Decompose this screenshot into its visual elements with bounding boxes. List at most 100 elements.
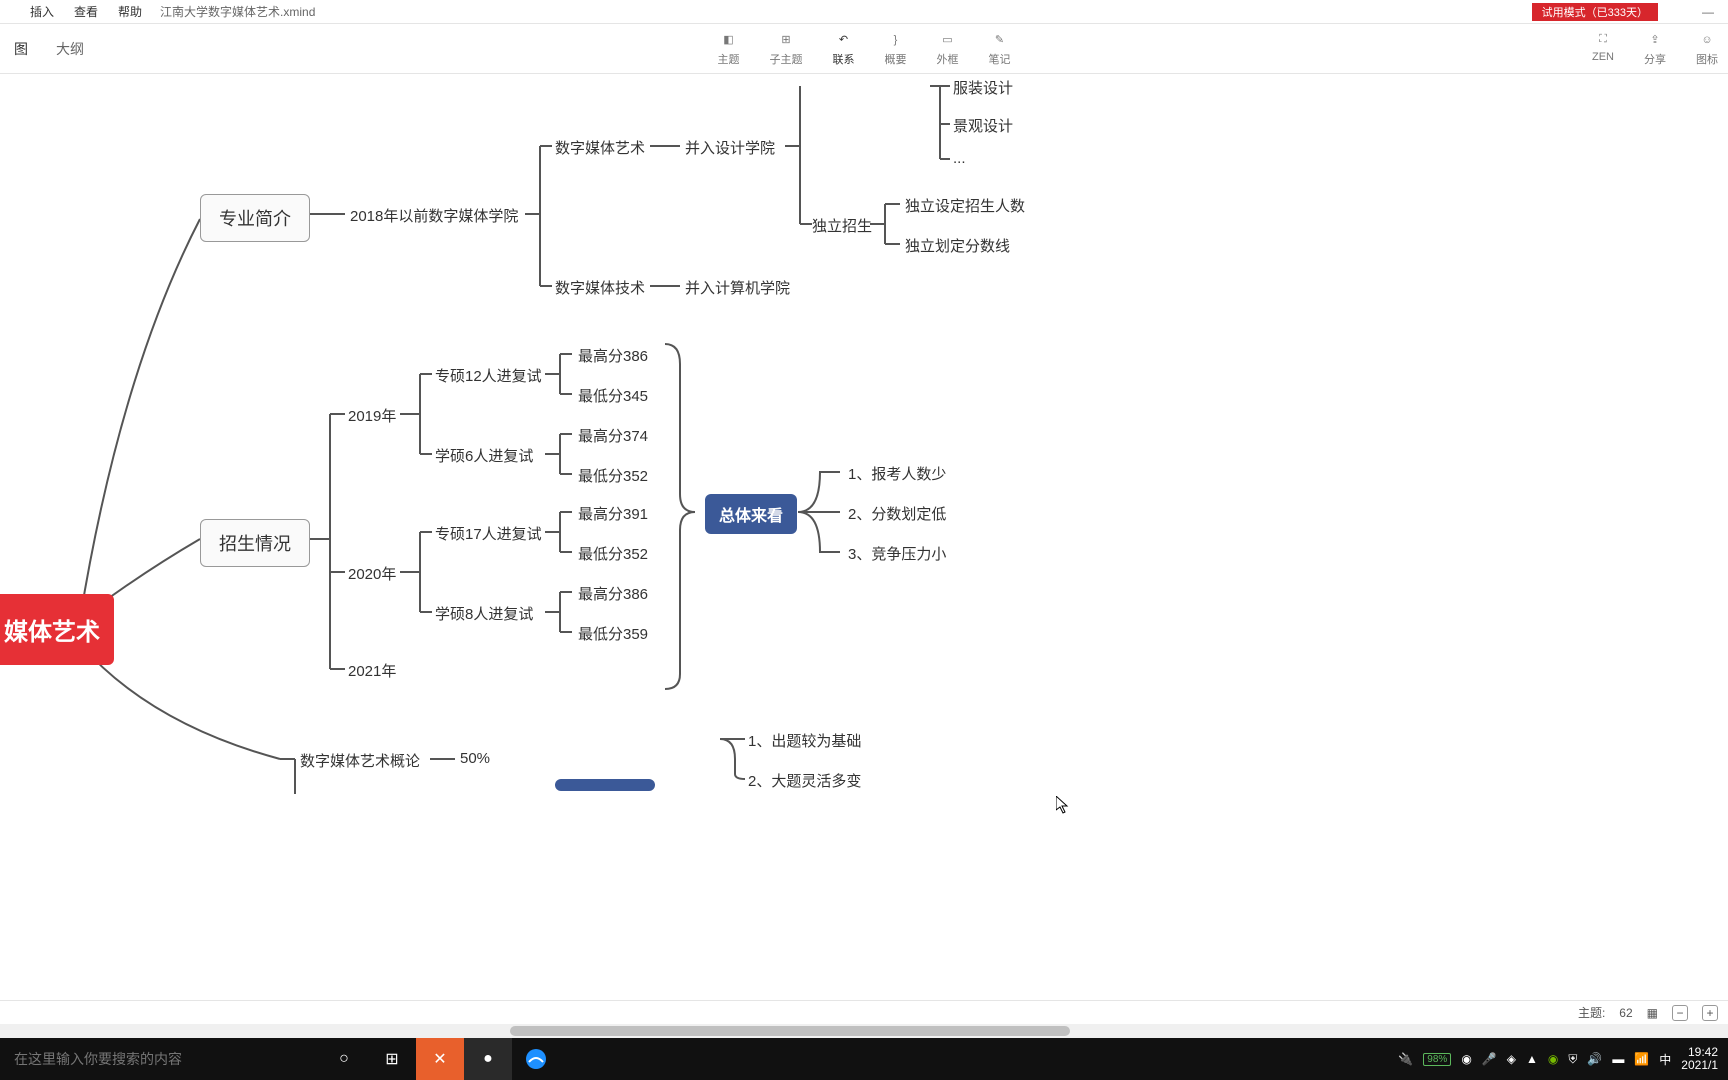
nvidia-icon[interactable]: ◉ <box>1548 1052 1558 1066</box>
xmind-taskbar-icon[interactable]: ✕ <box>416 1038 464 1080</box>
menu-insert[interactable]: 插入 <box>20 3 64 20</box>
tray-icon-2[interactable]: ◈ <box>1507 1052 1516 1066</box>
map-overview-icon[interactable]: ▦ <box>1647 1006 1658 1020</box>
tool-label: 主题 <box>718 51 740 67</box>
taskbar-search-input[interactable] <box>0 1038 300 1080</box>
node-20a1[interactable]: 最高分391 <box>578 503 648 524</box>
battery-icon[interactable]: ▬ <box>1612 1052 1624 1066</box>
task-view-icon[interactable]: ⊞ <box>368 1038 416 1080</box>
node-20b2[interactable]: 最低分359 <box>578 623 648 644</box>
power-icon[interactable]: 🔌 <box>1398 1052 1413 1066</box>
tool-label: 概要 <box>885 51 907 67</box>
node-20b1[interactable]: 最高分386 <box>578 583 648 604</box>
node-2020[interactable]: 2020年 <box>348 563 396 584</box>
node-ind-quota[interactable]: 独立设定招生人数 <box>905 195 1025 216</box>
security-icon[interactable]: ⛨ <box>1568 1052 1577 1067</box>
node-2018[interactable]: 2018年以前数字媒体学院 <box>350 205 518 226</box>
node-summary[interactable]: 总体来看 <box>705 494 797 534</box>
ime-indicator[interactable]: 中 <box>1659 1051 1671 1068</box>
node-merge-cs[interactable]: 并入计算机学院 <box>685 277 790 298</box>
node-19a2[interactable]: 最低分345 <box>578 385 648 406</box>
node-independent[interactable]: 独立招生 <box>812 215 872 236</box>
tool-share[interactable]: ⇪ 分享 <box>1644 31 1666 67</box>
boundary-icon: ▭ <box>938 31 958 49</box>
node-p2[interactable]: 2、大题灵活多变 <box>748 770 861 791</box>
tab-outline[interactable]: 大纲 <box>42 24 98 73</box>
microphone-icon[interactable]: 🎤 <box>1482 1052 1497 1066</box>
scrollbar-thumb[interactable] <box>510 1026 1070 1036</box>
mouse-cursor-icon <box>1056 796 1070 814</box>
tool-label: 子主题 <box>770 51 803 67</box>
tab-map[interactable]: 图 <box>0 24 42 73</box>
menu-view[interactable]: 查看 <box>64 3 108 20</box>
summary-icon: } <box>886 31 906 49</box>
node-intro[interactable]: 专业简介 <box>200 194 310 242</box>
node-digital-tech[interactable]: 数字媒体技术 <box>555 277 645 298</box>
topic-count: 62 <box>1619 1006 1632 1020</box>
tray-icon-3[interactable]: ▲ <box>1526 1052 1538 1066</box>
node-digital-art[interactable]: 数字媒体艺术 <box>555 137 645 158</box>
tool-label: 外框 <box>937 51 959 67</box>
system-tray: 🔌 98% ◉ 🎤 ◈ ▲ ◉ ⛨ 🔊 ▬ 📶 中 19:42 2021/1 <box>1398 1046 1728 1072</box>
node-2021[interactable]: 2021年 <box>348 660 396 681</box>
browser-taskbar-icon[interactable] <box>512 1038 560 1080</box>
windows-taskbar: ○ ⊞ ✕ ● 🔌 98% ◉ 🎤 ◈ ▲ ◉ ⛨ 🔊 ▬ 📶 中 19:42 … <box>0 1038 1728 1080</box>
tool-topic[interactable]: ◧ 主题 <box>718 31 740 67</box>
tool-summary[interactable]: } 概要 <box>885 31 907 67</box>
root-node[interactable]: 媒体艺术 <box>0 594 114 665</box>
node-n3a[interactable]: 数字媒体艺术概论 <box>300 750 420 771</box>
node-2019[interactable]: 2019年 <box>348 405 396 426</box>
node-more[interactable]: ... <box>953 150 966 167</box>
volume-icon[interactable]: 🔊 <box>1587 1052 1602 1066</box>
node-20a[interactable]: 专硕17人进复试 <box>435 523 542 544</box>
relation-icon: ↶ <box>834 31 854 49</box>
recorder-taskbar-icon[interactable]: ● <box>464 1038 512 1080</box>
tool-label: 分享 <box>1644 51 1666 67</box>
node-19b2[interactable]: 最低分352 <box>578 465 648 486</box>
tool-label: 图标 <box>1696 51 1718 67</box>
tool-icons[interactable]: ☺ 图标 <box>1696 31 1718 67</box>
tool-note[interactable]: ✎ 笔记 <box>989 31 1011 67</box>
node-n3a-pct[interactable]: 50% <box>460 750 490 767</box>
tool-boundary[interactable]: ▭ 外框 <box>937 31 959 67</box>
tool-subtopic[interactable]: ⊞ 子主题 <box>770 31 803 67</box>
menu-help[interactable]: 帮助 <box>108 3 152 20</box>
node-landscape[interactable]: 景观设计 <box>953 115 1013 136</box>
statusbar: 主题: 62 ▦ − + <box>0 1000 1728 1024</box>
tool-zen[interactable]: ⛶ ZEN <box>1592 31 1614 67</box>
node-s3[interactable]: 3、竞争压力小 <box>848 543 946 564</box>
tool-label: 笔记 <box>989 51 1011 67</box>
node-19a[interactable]: 专硕12人进复试 <box>435 365 542 386</box>
horizontal-scrollbar[interactable] <box>0 1024 1728 1038</box>
battery-indicator[interactable]: 98% <box>1423 1053 1451 1066</box>
zoom-out-button[interactable]: − <box>1672 1005 1688 1021</box>
node-19b1[interactable]: 最高分374 <box>578 425 648 446</box>
zen-icon: ⛶ <box>1593 31 1613 49</box>
clock-date[interactable]: 2021/1 <box>1681 1059 1718 1072</box>
cortana-icon[interactable]: ○ <box>320 1038 368 1080</box>
node-fashion[interactable]: 服装设计 <box>953 77 1013 98</box>
node-admission[interactable]: 招生情况 <box>200 519 310 567</box>
tray-icon-1[interactable]: ◉ <box>1461 1052 1471 1066</box>
node-s1[interactable]: 1、报考人数少 <box>848 463 946 484</box>
node-merge-design[interactable]: 并入设计学院 <box>685 137 775 158</box>
minimize-button[interactable]: — <box>1688 5 1728 19</box>
smiley-icon: ☺ <box>1697 31 1717 49</box>
menubar: 插入 查看 帮助 江南大学数字媒体艺术.xmind 试用模式（已333天） — <box>0 0 1728 24</box>
mindmap-canvas[interactable]: 媒体艺术 专业简介 2018年以前数字媒体学院 数字媒体艺术 并入设计学院 数字… <box>0 74 1728 1038</box>
note-icon: ✎ <box>990 31 1010 49</box>
node-20b[interactable]: 学硕8人进复试 <box>435 603 533 624</box>
node-blue2[interactable] <box>555 779 655 791</box>
node-19a1[interactable]: 最高分386 <box>578 345 648 366</box>
node-20a2[interactable]: 最低分352 <box>578 543 648 564</box>
node-s2[interactable]: 2、分数划定低 <box>848 503 946 524</box>
tool-relation[interactable]: ↶ 联系 <box>833 31 855 67</box>
node-19b[interactable]: 学硕6人进复试 <box>435 445 533 466</box>
topic-count-label: 主题: <box>1578 1004 1605 1021</box>
node-ind-score[interactable]: 独立划定分数线 <box>905 235 1010 256</box>
tool-label: ZEN <box>1592 51 1614 63</box>
trial-mode-badge[interactable]: 试用模式（已333天） <box>1532 3 1658 21</box>
zoom-in-button[interactable]: + <box>1702 1005 1718 1021</box>
node-p1[interactable]: 1、出题较为基础 <box>748 730 861 751</box>
wifi-icon[interactable]: 📶 <box>1634 1052 1649 1066</box>
